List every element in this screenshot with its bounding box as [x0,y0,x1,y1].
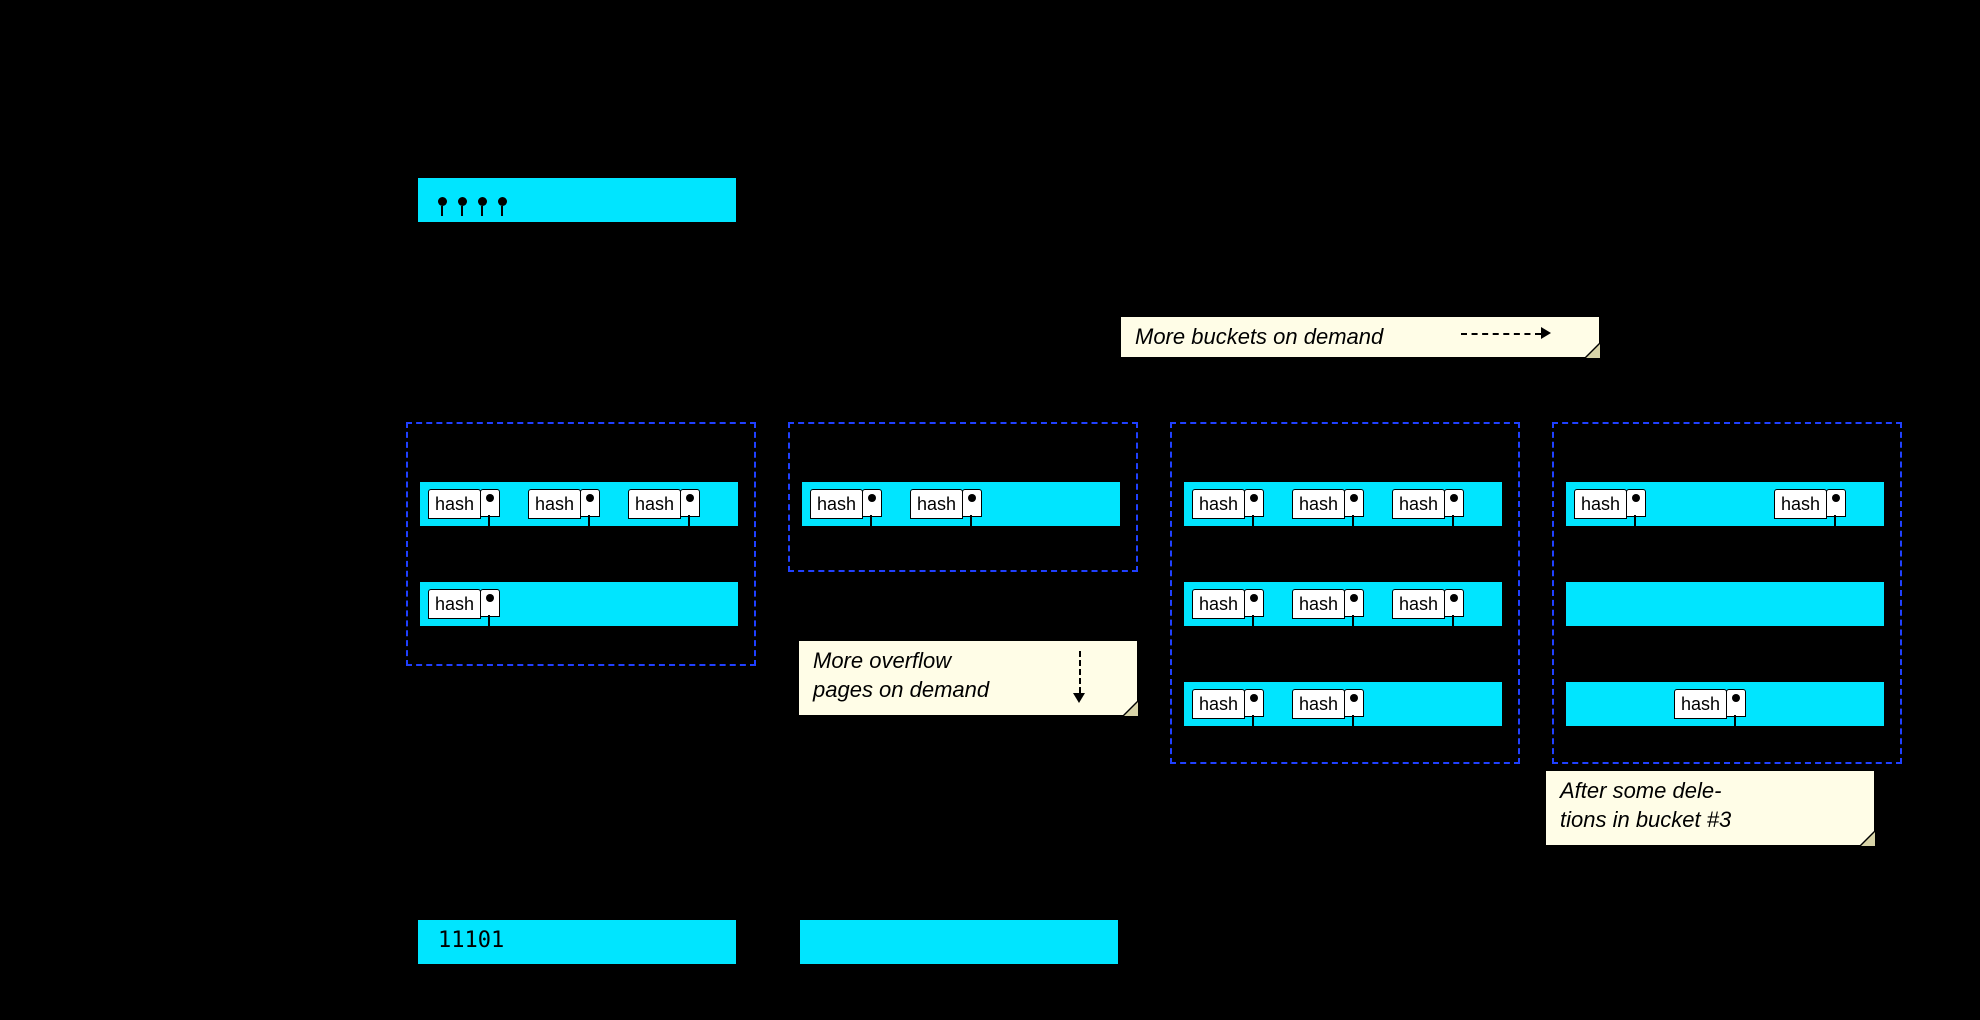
meta-dot-stem [501,206,503,216]
hash-entry: hash [628,489,681,519]
note-deletions: After some dele- tions in bucket #3 [1545,770,1875,846]
hash-ptr [1344,489,1364,517]
hash-entry: hash [1192,489,1245,519]
hash-ptr [962,489,982,517]
meta-dot-stem [481,206,483,216]
ptr-tail [1352,615,1354,631]
ptr-tail [1352,715,1354,731]
ptr-tail [1634,515,1636,531]
hash-ptr [1244,489,1264,517]
bitmap-page-2 [800,920,1118,964]
hash-entry: hash [1574,489,1627,519]
hash-entry: hash [1674,689,1727,719]
hash-ptr [1444,489,1464,517]
note-more-buckets: More buckets on demand [1120,316,1600,358]
ptr-tail [1734,715,1736,731]
hash-ptr [480,589,500,617]
ptr-tail [588,515,590,531]
hash-ptr [480,489,500,517]
note-text-l2: tions in bucket #3 [1560,807,1731,832]
hash-entry: hash [1192,589,1245,619]
ptr-tail [488,615,490,631]
hash-ptr [862,489,882,517]
hash-entry: hash [1292,589,1345,619]
ptr-tail [1252,715,1254,731]
hash-entry: hash [1292,489,1345,519]
meta-dot [478,197,487,206]
ptr-tail [1834,515,1836,531]
hash-ptr [580,489,600,517]
note-text: More buckets on demand [1135,324,1383,349]
hash-entry: hash [428,589,481,619]
ptr-tail [1452,615,1454,631]
hash-entry: hash [910,489,963,519]
meta-dot-stem [461,206,463,216]
hash-ptr [1626,489,1646,517]
bitmap-value: 11101 [438,928,504,953]
hash-entry: hash [1292,689,1345,719]
hash-entry: hash [1192,689,1245,719]
hash-entry: hash [1774,489,1827,519]
ptr-tail [970,515,972,531]
hash-ptr [1826,489,1846,517]
hash-entry: hash [528,489,581,519]
ptr-tail [1352,515,1354,531]
hash-ptr [1344,689,1364,717]
hash-entry: hash [1392,489,1445,519]
bucket-0-frame [406,422,756,666]
ptr-tail [1452,515,1454,531]
note-text-l1: After some dele- [1560,778,1721,803]
meta-dot-stem [441,206,443,216]
hash-ptr [1244,689,1264,717]
hash-entry: hash [428,489,481,519]
ptr-tail [1252,515,1254,531]
hash-ptr [1444,589,1464,617]
meta-dot [458,197,467,206]
note-text-l1: More overflow [813,648,951,673]
bucket3a-overflow-1 [1566,582,1884,626]
hash-ptr [1726,689,1746,717]
hash-entry: hash [1392,589,1445,619]
ptr-tail [488,515,490,531]
meta-dot [438,197,447,206]
note-more-overflow: More overflow pages on demand [798,640,1138,716]
ptr-tail [688,515,690,531]
hash-ptr [1244,589,1264,617]
note-text-l2: pages on demand [813,677,989,702]
hash-ptr [680,489,700,517]
meta-dot [498,197,507,206]
ptr-tail [870,515,872,531]
hash-ptr [1344,589,1364,617]
hash-entry: hash [810,489,863,519]
ptr-tail [1252,615,1254,631]
